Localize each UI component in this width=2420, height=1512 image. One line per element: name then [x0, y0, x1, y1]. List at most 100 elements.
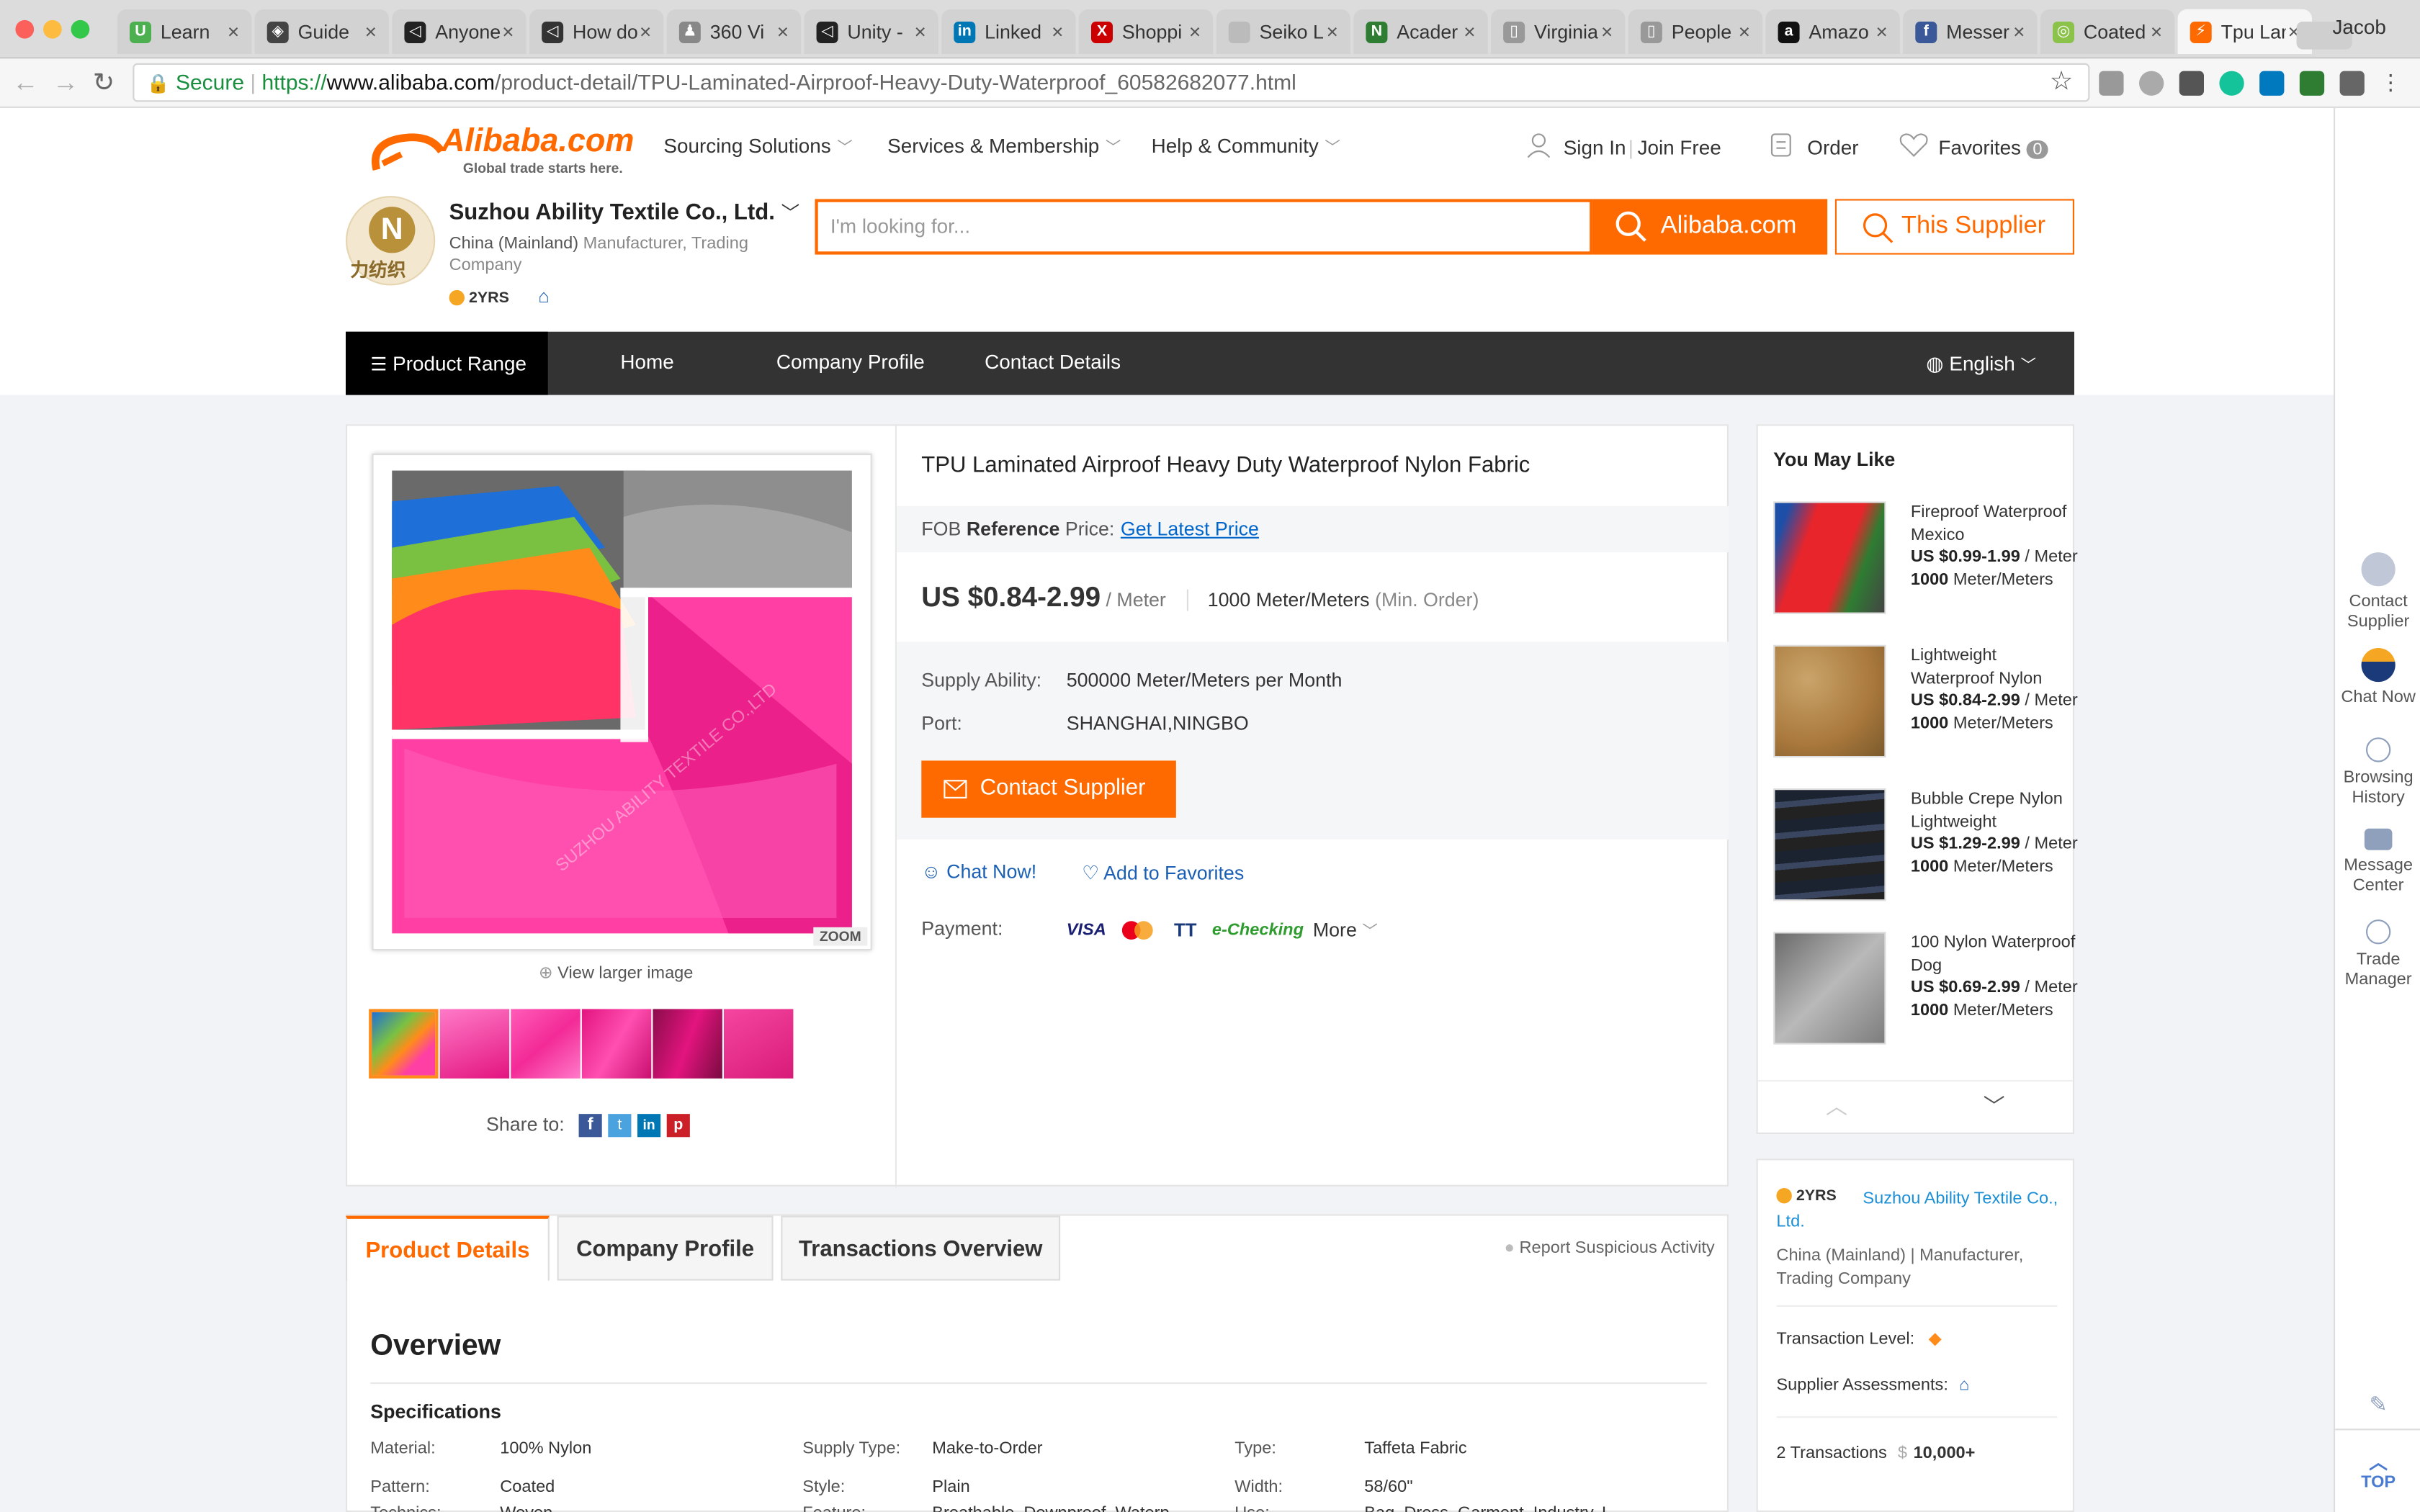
search-input[interactable]: I'm looking for... — [815, 199, 1593, 255]
rail-message-center[interactable]: Message Center — [2335, 828, 2420, 896]
url-field[interactable]: 🔒 Secure | https://www.alibaba.com/produ… — [133, 63, 2090, 102]
zoom-label[interactable]: ZOOM — [813, 927, 868, 946]
search-alibaba-button[interactable]: Alibaba.com — [1592, 199, 1828, 255]
tab-close-icon[interactable]: × — [914, 20, 926, 43]
bookmark-star-icon[interactable]: ☆ — [2050, 66, 2074, 97]
product-range-menu[interactable]: ☰ Product Range — [346, 331, 548, 395]
back-icon[interactable]: ← — [12, 68, 38, 99]
recommended-product[interactable]: Bubble Crepe Nylon Lightweight US $1.29-2… — [1773, 788, 2078, 927]
browser-tab[interactable]: a Amazo × — [1765, 9, 1900, 54]
browser-tab[interactable]: U Learn × — [117, 9, 252, 54]
tab-product-details[interactable]: Product Details — [346, 1215, 550, 1281]
chevron-down-icon[interactable]: ﹀ — [1984, 1091, 2005, 1122]
rail-contact-supplier[interactable]: Contact Supplier — [2335, 552, 2420, 632]
feedback-icon[interactable]: ✎ — [2335, 1393, 2420, 1415]
tab-close-icon[interactable]: × — [365, 20, 377, 43]
close-window-button[interactable] — [15, 19, 35, 39]
facebook-icon[interactable]: f — [578, 1114, 602, 1138]
pinterest-icon[interactable]: p — [666, 1114, 690, 1138]
thumbnail[interactable] — [369, 1009, 439, 1079]
nav-sourcing-solutions[interactable]: Sourcing Solutions ﹀ — [663, 134, 852, 157]
rail-trade-manager[interactable]: Trade Manager — [2335, 919, 2420, 991]
tab-close-icon[interactable]: × — [1327, 20, 1338, 43]
menu-icon[interactable]: ⋮ — [2380, 71, 2404, 96]
get-latest-price-link[interactable]: Get Latest Price — [1121, 518, 1259, 540]
sign-in-link[interactable]: Sign In — [1564, 136, 1626, 159]
join-free-link[interactable]: Join Free — [1638, 136, 1721, 159]
recommended-product[interactable]: Fireproof Waterproof Mexico US $0.99-1.99… — [1773, 501, 2078, 640]
extension-icon[interactable] — [2299, 71, 2325, 96]
recommended-product[interactable]: 100 Nylon Waterproof Dog US $0.69-2.99 / … — [1773, 932, 2078, 1071]
tab-transactions-overview[interactable]: Transactions Overview — [781, 1215, 1061, 1281]
more-payments-toggle[interactable]: More ﹀ — [1313, 918, 1378, 941]
extension-icon[interactable] — [2179, 71, 2204, 96]
contact-supplier-button[interactable]: Contact Supplier — [921, 760, 1176, 818]
tab-close-icon[interactable]: × — [1876, 20, 1887, 43]
browser-tab[interactable]: ▯ Virginia × — [1491, 9, 1626, 54]
thumbnail[interactable] — [439, 1009, 510, 1079]
chevron-up-icon[interactable]: ︿ — [1826, 1091, 1847, 1122]
chat-now-link[interactable]: ☺ Chat Now! — [921, 861, 1036, 883]
tab-close-icon[interactable]: × — [1189, 20, 1201, 43]
reload-icon[interactable]: ↻ — [93, 68, 115, 99]
grammarly-icon[interactable] — [2219, 71, 2244, 96]
recommended-product[interactable]: Lightweight Waterproof Nylon US $0.84-2.9… — [1773, 644, 2078, 784]
browser-tab[interactable]: ▯ People × — [1628, 9, 1763, 54]
browser-tab[interactable]: ◁ How do × — [529, 9, 664, 54]
report-suspicious-link[interactable]: ● Report Suspicious Activity — [1505, 1239, 1715, 1258]
view-larger-link[interactable]: ⊕ View larger image — [539, 963, 694, 983]
tab-close-icon[interactable]: × — [228, 20, 239, 43]
browser-tab[interactable]: ◁ Unity - × — [804, 9, 938, 54]
minimize-window-button[interactable] — [43, 19, 62, 39]
forward-icon[interactable]: → — [53, 68, 79, 99]
store-nav-home[interactable]: Home — [620, 350, 673, 373]
rail-browsing-history[interactable]: Browsing History — [2335, 737, 2420, 809]
search-this-supplier-button[interactable]: This Supplier — [1834, 199, 2074, 255]
order-link[interactable]: Order — [1807, 136, 1858, 159]
browser-tab[interactable]: ◎ Coated × — [2040, 9, 2175, 54]
language-selector[interactable]: ◍ English ﹀ — [1926, 352, 2036, 377]
tab-close-icon[interactable]: × — [777, 20, 789, 43]
favorites-link[interactable]: Favorites 0 — [1938, 136, 2049, 159]
tab-close-icon[interactable]: × — [2151, 20, 2162, 43]
product-main-image[interactable]: SUZHOU ABILITY TEXTILE CO.,LTD ZOOM — [372, 454, 872, 950]
tab-close-icon[interactable]: × — [2013, 20, 2025, 43]
browser-tab[interactable]: in Linked × — [941, 9, 1076, 54]
thumbnail[interactable] — [723, 1009, 794, 1079]
nav-help-community[interactable]: Help & Community ﹀ — [1152, 134, 1340, 157]
tab-close-icon[interactable]: × — [1601, 20, 1613, 43]
trello-icon[interactable] — [2259, 71, 2285, 96]
thumbnail[interactable] — [581, 1009, 652, 1079]
extension-icon[interactable] — [2099, 71, 2124, 96]
profile-name[interactable]: Jacob — [2332, 15, 2385, 38]
store-nav-company-profile[interactable]: Company Profile — [776, 350, 925, 373]
browser-tab[interactable]: X Shoppi × — [1078, 9, 1214, 54]
tab-close-icon[interactable]: × — [1052, 20, 1063, 43]
tab-close-icon[interactable]: × — [1464, 20, 1475, 43]
twitter-icon[interactable]: t — [608, 1114, 632, 1138]
alibaba-logo[interactable]: Alibaba.com Global trade starts here. — [367, 123, 645, 185]
browser-tab[interactable]: ⚡ Tpu Lar × — [2177, 9, 2312, 54]
add-to-favorites-link[interactable]: ♡ Add to Favorites — [1082, 861, 1244, 884]
browser-tab[interactable]: ◁ Anyone × — [392, 9, 526, 54]
supplier-logo[interactable]: N 力纺织 — [346, 196, 436, 286]
nav-services-membership[interactable]: Services & Membership ﹀ — [887, 134, 1121, 157]
browser-tab[interactable]: N Acader × — [1353, 9, 1488, 54]
maximize-window-button[interactable] — [71, 19, 90, 39]
thumbnail[interactable] — [511, 1009, 581, 1079]
back-to-top-button[interactable]: ︿ TOP — [2335, 1452, 2420, 1494]
browser-tab[interactable]: ♟ 360 Vi × — [666, 9, 802, 54]
browser-tab[interactable]: Seiko L × — [1216, 9, 1350, 54]
browser-tab[interactable]: ◈ Guide × — [254, 9, 389, 54]
browser-tab[interactable]: f Messer × — [1903, 9, 2038, 54]
extension-icon[interactable] — [2139, 71, 2164, 96]
tab-company-profile[interactable]: Company Profile — [557, 1215, 774, 1281]
linkedin-icon[interactable]: in — [637, 1114, 661, 1138]
thumbnail[interactable] — [653, 1009, 722, 1079]
supplier-card-name-link[interactable]: Suzhou Ability Textile Co., Ltd. — [1776, 1188, 2063, 1234]
supplier-name-link[interactable]: Suzhou Ability Textile Co., Ltd. ﹀ — [449, 199, 800, 225]
tab-close-icon[interactable]: × — [502, 20, 514, 43]
tab-close-icon[interactable]: × — [640, 20, 651, 43]
store-nav-contact-details[interactable]: Contact Details — [985, 350, 1121, 373]
tab-close-icon[interactable]: × — [1739, 20, 1750, 43]
